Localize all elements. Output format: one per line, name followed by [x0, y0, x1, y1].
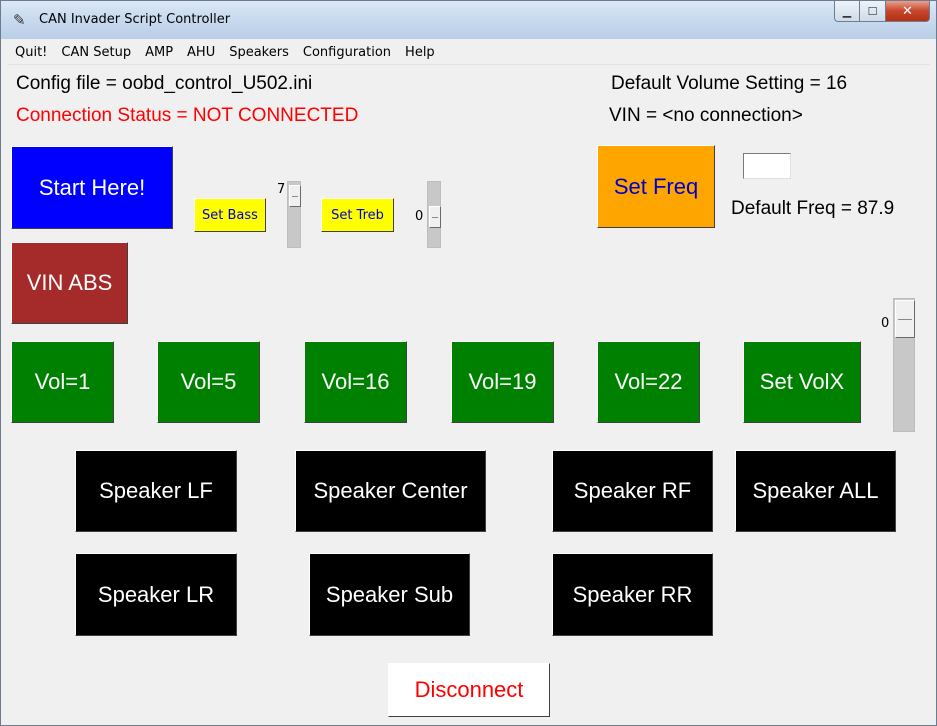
set-volx-button[interactable]: Set VolX	[743, 341, 861, 423]
bass-slider-handle[interactable]	[289, 185, 301, 207]
volume-slider[interactable]	[893, 298, 915, 432]
disconnect-button[interactable]: Disconnect	[388, 663, 550, 717]
set-freq-button[interactable]: Set Freq	[597, 145, 715, 228]
volume-slider-handle[interactable]	[895, 300, 915, 338]
vol-22-button[interactable]: Vol=22	[597, 341, 700, 423]
speaker-lf-button[interactable]: Speaker LF	[75, 450, 237, 532]
menu-bar: Quit! CAN Setup AMP AHU Speakers Configu…	[7, 41, 930, 65]
menu-configuration[interactable]: Configuration	[295, 41, 397, 64]
minimize-button[interactable]: ▁	[834, 1, 860, 22]
window-title: CAN Invader Script Controller	[39, 12, 231, 27]
connection-status-label: Connection Status = NOT CONNECTED	[16, 105, 359, 126]
start-here-button[interactable]: Start Here!	[11, 146, 173, 229]
close-button[interactable]: ✕	[886, 1, 930, 22]
set-treb-button[interactable]: Set Treb	[321, 198, 394, 232]
maximize-button[interactable]: ☐	[860, 1, 886, 22]
vol-16-button[interactable]: Vol=16	[304, 341, 407, 423]
menu-can-setup[interactable]: CAN Setup	[53, 41, 137, 64]
treb-slider-handle[interactable]	[429, 206, 441, 228]
menu-ahu[interactable]: AHU	[179, 41, 221, 64]
speaker-rr-button[interactable]: Speaker RR	[552, 553, 713, 636]
speaker-center-button[interactable]: Speaker Center	[295, 450, 486, 532]
window-controls: ▁ ☐ ✕	[834, 1, 930, 22]
menu-help[interactable]: Help	[397, 41, 441, 64]
menu-speakers[interactable]: Speakers	[221, 41, 295, 64]
speaker-rf-button[interactable]: Speaker RF	[552, 450, 713, 532]
default-freq-label: Default Freq = 87.9	[731, 198, 895, 219]
app-window: ✎ CAN Invader Script Controller ▁ ☐ ✕ Qu…	[0, 0, 937, 726]
set-bass-button[interactable]: Set Bass	[194, 198, 266, 232]
speaker-all-button[interactable]: Speaker ALL	[735, 450, 896, 532]
treb-slider-value: 0	[415, 209, 424, 224]
title-bar[interactable]: ✎ CAN Invader Script Controller ▁ ☐ ✕	[1, 1, 936, 39]
volume-slider-value: 0	[881, 316, 890, 331]
vin-abs-button[interactable]: VIN ABS	[11, 242, 128, 324]
config-file-label: Config file = oobd_control_U502.ini	[16, 73, 313, 94]
freq-input[interactable]	[743, 153, 791, 179]
menu-amp[interactable]: AMP	[137, 41, 179, 64]
speaker-sub-button[interactable]: Speaker Sub	[309, 553, 470, 636]
bass-slider[interactable]	[287, 181, 301, 248]
default-volume-label: Default Volume Setting = 16	[611, 73, 848, 94]
speaker-lr-button[interactable]: Speaker LR	[75, 553, 237, 636]
feather-icon: ✎	[13, 11, 26, 29]
vin-label: VIN = <no connection>	[609, 105, 803, 126]
bass-slider-value: 7	[277, 182, 286, 197]
treb-slider[interactable]	[427, 181, 441, 248]
vol-1-button[interactable]: Vol=1	[11, 341, 114, 423]
vol-19-button[interactable]: Vol=19	[451, 341, 554, 423]
main-panel: Config file = oobd_control_U502.ini Conn…	[7, 65, 930, 721]
vol-5-button[interactable]: Vol=5	[157, 341, 260, 423]
menu-quit[interactable]: Quit!	[7, 41, 53, 64]
